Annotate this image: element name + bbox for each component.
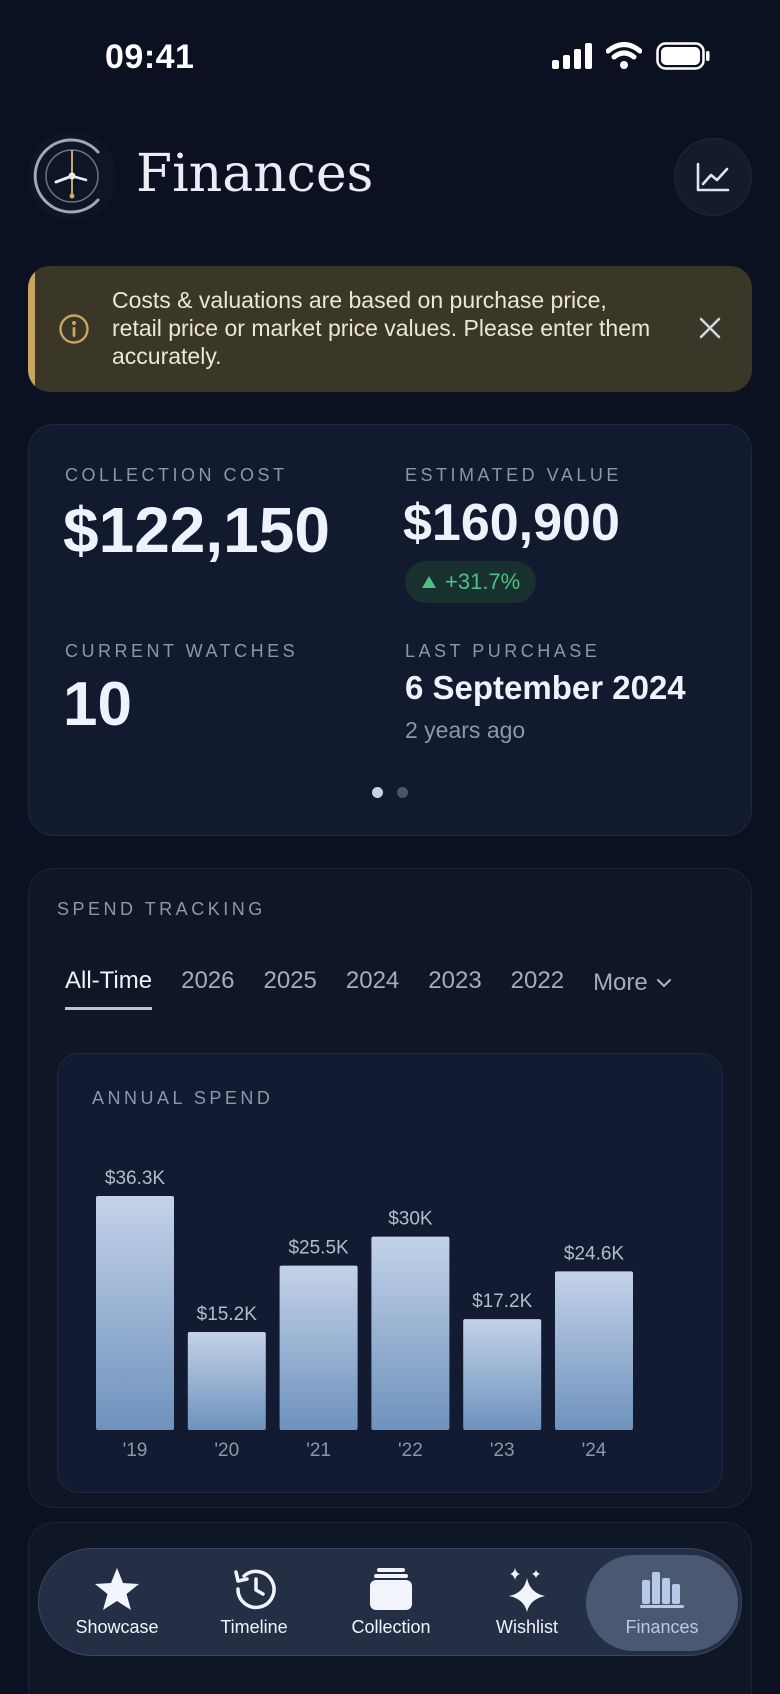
tab-2023[interactable]: 2023 — [428, 967, 481, 1010]
page-dot-2[interactable] — [397, 787, 408, 798]
status-bar: 09:41 — [0, 0, 780, 110]
tab-collection-label: Collection — [351, 1617, 431, 1637]
current-watches-label: CURRENT WATCHES — [65, 641, 299, 661]
chevron-down-icon — [656, 978, 671, 987]
trend-chart-button[interactable] — [674, 138, 752, 216]
growth-badge: +31.7% — [405, 561, 537, 603]
bar-23[interactable] — [463, 1319, 542, 1430]
tab-showcase[interactable]: Showcase — [47, 1549, 187, 1657]
triangle-up-icon — [422, 576, 436, 588]
collection-cost-value: $122,150 — [63, 494, 330, 566]
x-tick-label: '22 — [398, 1440, 423, 1461]
info-icon — [58, 313, 90, 345]
bar-chart-icon — [638, 1565, 686, 1613]
tab-2026[interactable]: 2026 — [181, 967, 234, 1010]
tab-collection[interactable]: Collection — [321, 1549, 461, 1657]
x-tick-label: '24 — [582, 1440, 607, 1461]
bar-20[interactable] — [187, 1332, 266, 1430]
notice-text: Costs & valuations are based on purchase… — [112, 287, 651, 369]
battery-icon — [656, 42, 710, 75]
status-icons — [552, 42, 710, 75]
tab-timeline-label: Timeline — [220, 1617, 288, 1637]
wifi-icon — [605, 42, 643, 75]
tab-2024[interactable]: 2024 — [346, 967, 399, 1010]
valuation-notice-banner: Costs & valuations are based on purchase… — [28, 266, 752, 392]
trend-chart-icon — [696, 162, 730, 192]
tab-more-dropdown[interactable]: More — [593, 967, 672, 1010]
tab-2022[interactable]: 2022 — [511, 967, 564, 1010]
tab-wishlist-label: Wishlist — [496, 1617, 558, 1637]
app-logo-watch-icon — [28, 132, 116, 220]
x-tick-label: '23 — [490, 1440, 515, 1461]
bar-value-label: $25.5K — [288, 1238, 349, 1259]
history-clock-icon — [230, 1565, 278, 1613]
bar-19[interactable] — [96, 1196, 174, 1430]
page-indicator[interactable] — [29, 787, 751, 798]
sparkle-icon — [503, 1565, 551, 1613]
tab-more-label: More — [593, 968, 648, 996]
x-tick-label: '19 — [123, 1440, 148, 1461]
x-tick-label: '21 — [306, 1440, 331, 1461]
last-purchase-ago: 2 years ago — [405, 717, 526, 743]
annual-spend-bar-chart: $36.3K '19 $15.2K '20 $25.5K '21 $30K '22 $17.2K… — [96, 1168, 633, 1461]
bar-value-label: $30K — [388, 1209, 433, 1230]
bar-24[interactable] — [555, 1271, 633, 1430]
status-time: 09:41 — [105, 38, 195, 76]
tab-finances-label: Finances — [625, 1617, 699, 1637]
spend-tracking-card: SPEND TRACKING All-Time 2026 2025 2024 2… — [28, 868, 752, 1508]
notice-close-button[interactable] — [692, 310, 728, 346]
bottom-tab-bar: Showcase Timeline Collection Wishlist Fi… — [38, 1548, 742, 1656]
header: Finances — [28, 132, 752, 220]
collection-summary-card[interactable]: COLLECTION COST $122,150 ESTIMATED VALUE… — [28, 424, 752, 836]
estimated-value-label: ESTIMATED VALUE — [405, 465, 622, 485]
tab-wishlist[interactable]: Wishlist — [457, 1549, 597, 1657]
page-title: Finances — [136, 144, 374, 204]
bar-21[interactable] — [279, 1265, 358, 1430]
current-watches-value: 10 — [63, 670, 132, 739]
spend-tracking-label: SPEND TRACKING — [57, 899, 266, 919]
last-purchase-value: 6 September 2024 — [405, 669, 686, 706]
growth-badge-text: +31.7% — [445, 569, 521, 594]
estimated-value-value: $160,900 — [403, 494, 620, 552]
bar-22[interactable] — [371, 1236, 450, 1430]
bar-value-label: $15.2K — [197, 1304, 258, 1325]
stack-icon — [367, 1565, 415, 1613]
x-tick-label: '20 — [214, 1440, 239, 1461]
tab-all-time[interactable]: All-Time — [65, 967, 153, 1010]
notice-accent-bar — [28, 266, 35, 392]
collection-cost-label: COLLECTION COST — [65, 465, 288, 485]
tab-showcase-label: Showcase — [75, 1617, 159, 1637]
page-dot-1[interactable] — [372, 787, 383, 798]
tab-2025[interactable]: 2025 — [264, 967, 317, 1010]
bar-value-label: $36.3K — [105, 1168, 166, 1189]
bar-value-label: $17.2K — [472, 1291, 533, 1312]
annual-spend-chart-card: ANNUAL SPEND $36.3K '19 $15.2K '20 $25.5K '21… — [57, 1053, 723, 1493]
tab-timeline[interactable]: Timeline — [184, 1549, 324, 1657]
year-filter-tabs: All-Time 2026 2025 2024 2023 2022 More — [65, 967, 701, 1010]
cellular-signal-icon — [552, 43, 592, 74]
close-icon — [699, 317, 721, 339]
tab-finances[interactable]: Finances — [586, 1555, 738, 1651]
bar-value-label: $24.6K — [564, 1243, 625, 1264]
star-icon — [93, 1565, 141, 1613]
last-purchase-label: LAST PURCHASE — [405, 641, 601, 661]
